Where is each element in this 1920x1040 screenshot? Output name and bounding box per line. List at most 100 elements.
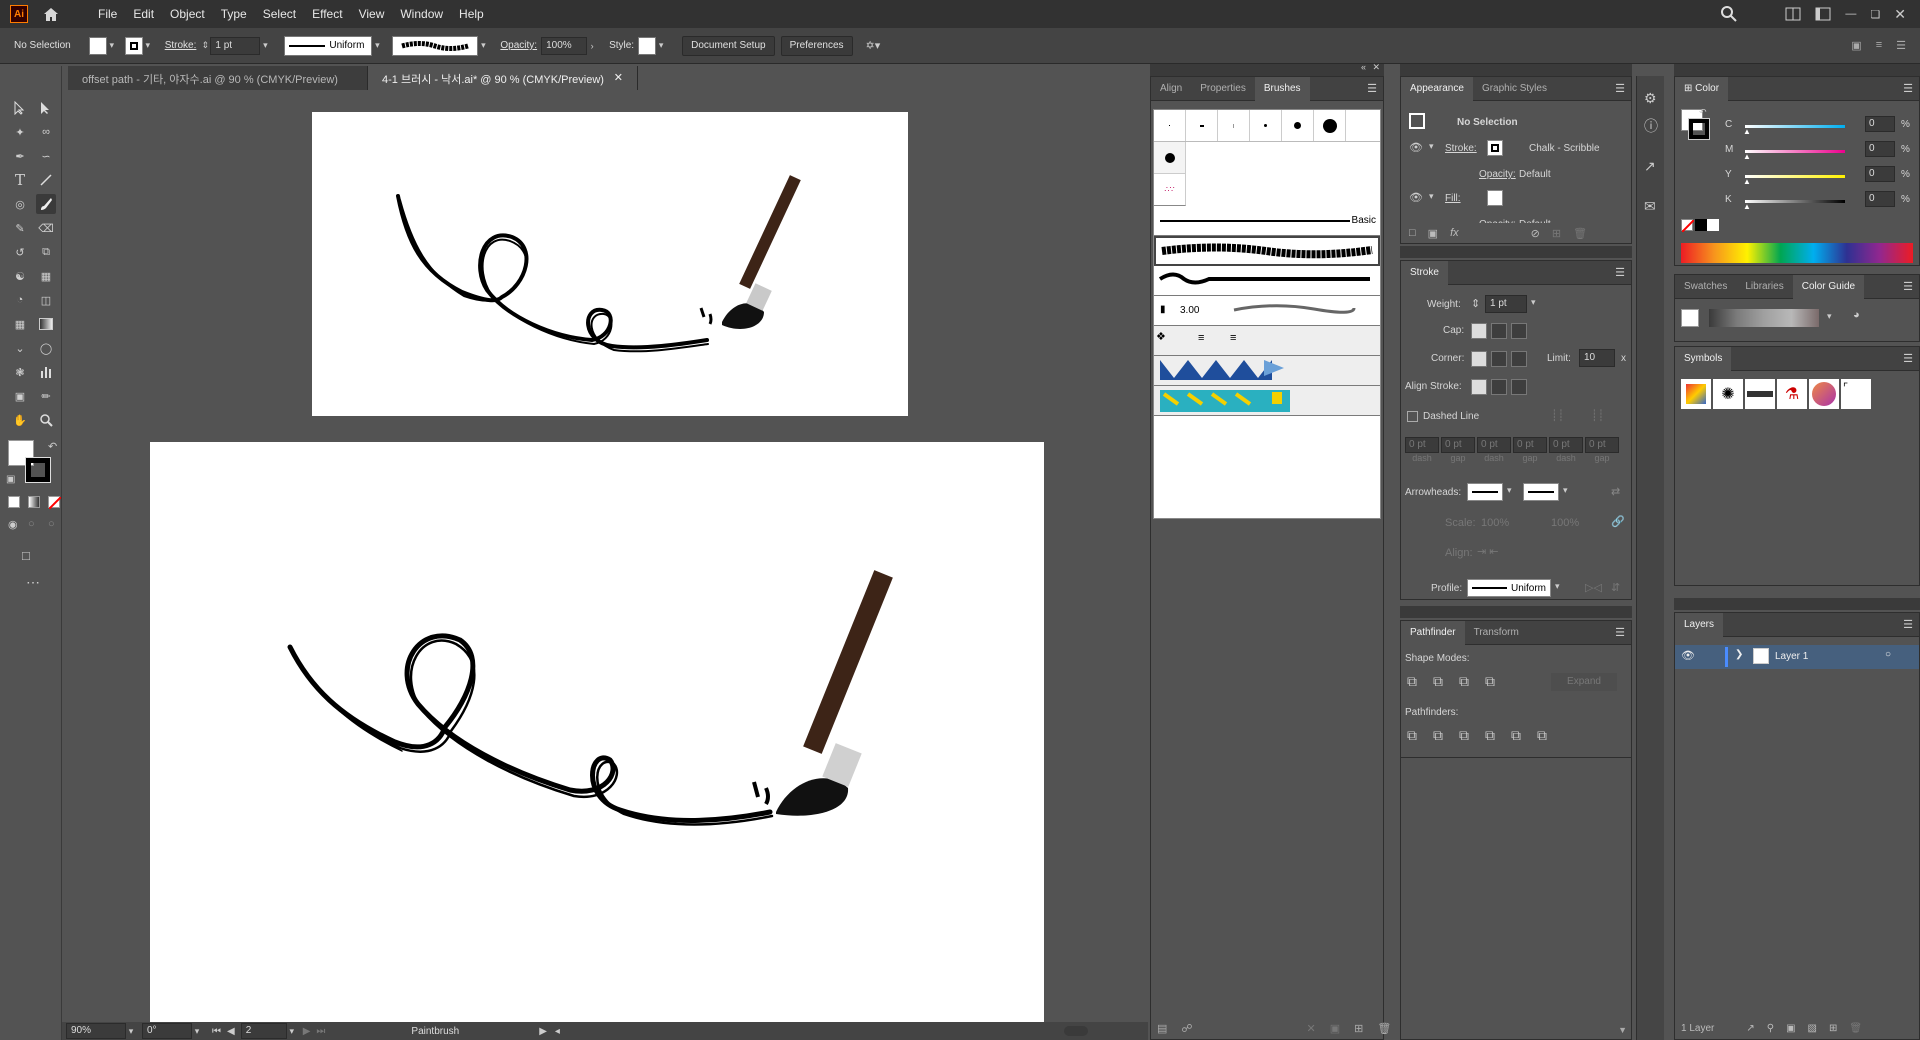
menu-file[interactable]: File xyxy=(90,7,125,21)
tab-align[interactable]: Align xyxy=(1151,77,1191,101)
color-spectrum[interactable] xyxy=(1681,243,1913,263)
menu-effect[interactable]: Effect xyxy=(304,7,350,21)
status-menu-icon[interactable]: ▶ xyxy=(539,1026,547,1037)
document-setup-button[interactable]: Document Setup xyxy=(682,35,775,56)
tab-properties[interactable]: Properties xyxy=(1191,77,1255,101)
appearance-fill-label[interactable]: Fill: xyxy=(1445,193,1461,204)
collapse-icon[interactable]: « xyxy=(1361,62,1366,72)
gap-1-value[interactable]: 0 pt xyxy=(1441,437,1475,453)
gap-3[interactable]: 0 pt gap xyxy=(1585,437,1619,463)
info-panel-icon[interactable]: ⓘ xyxy=(1644,116,1658,136)
harmony-variation-strip[interactable] xyxy=(1709,309,1819,327)
close-icon[interactable]: ✕ xyxy=(1894,6,1906,23)
add-stroke-icon[interactable]: □ xyxy=(1409,227,1416,239)
prev-artboard-icon[interactable]: ◀ xyxy=(227,1026,235,1037)
start-arrow-dropdown-icon[interactable]: ▾ xyxy=(1507,485,1512,496)
mesh-tool-icon[interactable]: ▦ xyxy=(10,314,30,334)
appearance-opacity-label[interactable]: Opacity: xyxy=(1479,169,1516,180)
white-swatch[interactable] xyxy=(1707,219,1719,231)
tab-brushes[interactable]: Brushes xyxy=(1254,76,1310,101)
horizontal-scrollbar[interactable] xyxy=(1063,1026,1088,1036)
harmony-dropdown-icon[interactable]: ▾ xyxy=(1827,311,1832,322)
line-tool-icon[interactable] xyxy=(36,170,56,190)
fill-visibility-eye-icon[interactable]: 👁 xyxy=(1409,191,1423,204)
remove-stroke-icon[interactable]: ✕ xyxy=(1307,1022,1316,1035)
symbol-ribbon[interactable]: ⚗ xyxy=(1777,379,1807,409)
panel-collapse-bar[interactable]: «✕ xyxy=(1150,62,1384,76)
profile-select[interactable]: Uniform xyxy=(1467,579,1551,597)
selection-tool-icon[interactable] xyxy=(10,98,30,118)
symbol-cube[interactable] xyxy=(1681,379,1711,409)
align-icon[interactable]: ≡ xyxy=(1876,39,1882,52)
butt-cap-icon[interactable] xyxy=(1471,323,1487,339)
brush-pattern-blue[interactable] xyxy=(1154,356,1380,386)
merge-icon[interactable]: ⧉ xyxy=(1459,727,1469,744)
scroll-left-icon[interactable]: ◂ xyxy=(555,1026,560,1037)
magenta-value[interactable]: 0 xyxy=(1865,141,1895,157)
perspective-grid-tool-icon[interactable]: ◫ xyxy=(36,290,56,310)
brush-pattern-teal[interactable] xyxy=(1154,386,1380,416)
arrange-icon[interactable]: ▣ xyxy=(1851,39,1861,52)
color-swap-icon[interactable]: ↶ xyxy=(1699,107,1707,118)
delete-layer-icon[interactable]: 🗑 xyxy=(1849,1023,1862,1034)
expand-stroke-icon[interactable]: ▾ xyxy=(1429,141,1434,152)
end-arrowhead-select[interactable] xyxy=(1523,483,1559,501)
start-scale-value[interactable]: 100% xyxy=(1481,517,1509,529)
fill-swatch[interactable] xyxy=(88,36,107,55)
restore-icon[interactable]: ❏ xyxy=(1870,8,1880,21)
dash-3[interactable]: 0 pt dash xyxy=(1549,437,1583,463)
profile-dropdown-icon[interactable]: ▾ xyxy=(1555,581,1560,592)
close-panel-icon[interactable]: ✕ xyxy=(1372,62,1380,73)
clear-appearance-icon[interactable]: ⊘ xyxy=(1531,227,1540,240)
brush-dropdown-icon[interactable]: ▾ xyxy=(478,40,488,51)
duplicate-item-icon[interactable]: ⊞ xyxy=(1552,227,1561,240)
make-clipping-mask-icon[interactable]: ▣ xyxy=(1786,1023,1795,1034)
panel-collapse-bar[interactable] xyxy=(1674,598,1920,610)
scatter-brush-confetti[interactable]: ∴∵ xyxy=(1154,174,1186,206)
divide-icon[interactable]: ⧉ xyxy=(1407,727,1417,744)
expand-fill-icon[interactable]: ▾ xyxy=(1429,191,1434,202)
slice-tool-icon[interactable]: ✏ xyxy=(36,386,56,406)
appearance-stroke-label[interactable]: Stroke: xyxy=(1445,143,1477,154)
tab-pathfinder[interactable]: Pathfinder xyxy=(1401,620,1465,645)
brush-dot-6[interactable] xyxy=(1314,110,1346,141)
brush-chalk-scribble[interactable] xyxy=(1154,236,1380,266)
eyedropper-tool-icon[interactable]: ⌄ xyxy=(10,338,30,358)
export-panel-icon[interactable]: ↗ xyxy=(1644,158,1656,175)
arrow-align-icons[interactable]: ⇥ ⇤ xyxy=(1477,545,1499,558)
export-layer-icon[interactable]: ↗ xyxy=(1746,1023,1754,1034)
type-tool-icon[interactable]: T xyxy=(10,170,30,190)
color-stroke-box[interactable] xyxy=(1688,118,1710,140)
unite-icon[interactable]: ⧉ xyxy=(1407,673,1417,690)
curvature-tool-icon[interactable]: ∽ xyxy=(36,146,56,166)
symbol-corner[interactable]: ⌜ xyxy=(1841,379,1871,409)
brush-pattern-row[interactable]: ❖ ≡ ≡ xyxy=(1154,326,1380,356)
properties-panel-icon[interactable]: ⚙ xyxy=(1644,90,1657,107)
outline-icon[interactable]: ⧉ xyxy=(1511,727,1521,744)
arrange-documents-icon[interactable] xyxy=(1785,7,1801,21)
brush-dot-7[interactable] xyxy=(1154,142,1186,174)
link-scale-icon[interactable]: 🔗 xyxy=(1611,515,1625,528)
blend-tool-icon[interactable]: ◯ xyxy=(36,338,56,358)
menu-help[interactable]: Help xyxy=(451,7,492,21)
search-icon[interactable] xyxy=(1721,6,1738,22)
libraries-panel-icon[interactable]: ☍ xyxy=(1181,1022,1192,1035)
tab-swatches[interactable]: Swatches xyxy=(1675,275,1736,299)
brush-dot-4[interactable] xyxy=(1250,110,1282,141)
tab-color-guide[interactable]: Color Guide xyxy=(1792,274,1865,299)
stroke-swatch[interactable] xyxy=(124,36,143,55)
style-dropdown-icon[interactable]: ▾ xyxy=(656,40,666,51)
yellow-slider-handle-icon[interactable]: ▲ xyxy=(1743,177,1751,186)
tab-symbols[interactable]: Symbols xyxy=(1675,346,1732,371)
new-layer-icon[interactable]: ⊞ xyxy=(1829,1023,1837,1034)
dash-1[interactable]: 0 pt dash xyxy=(1405,437,1439,463)
tab-stroke[interactable]: Stroke xyxy=(1401,260,1448,285)
brush-libraries-icon[interactable]: ▤ xyxy=(1157,1022,1167,1035)
transform-options-icon[interactable]: ✡▾ xyxy=(866,39,881,52)
scroll-down-icon[interactable]: ▼ xyxy=(1618,1025,1627,1035)
draw-normal-icon[interactable]: ◉ xyxy=(8,518,18,531)
magic-wand-tool-icon[interactable]: ✦ xyxy=(10,122,30,142)
menu-object[interactable]: Object xyxy=(162,7,213,21)
magenta-slider-handle-icon[interactable]: ▲ xyxy=(1743,152,1751,161)
new-brush-icon[interactable]: ⊞ xyxy=(1354,1022,1363,1035)
